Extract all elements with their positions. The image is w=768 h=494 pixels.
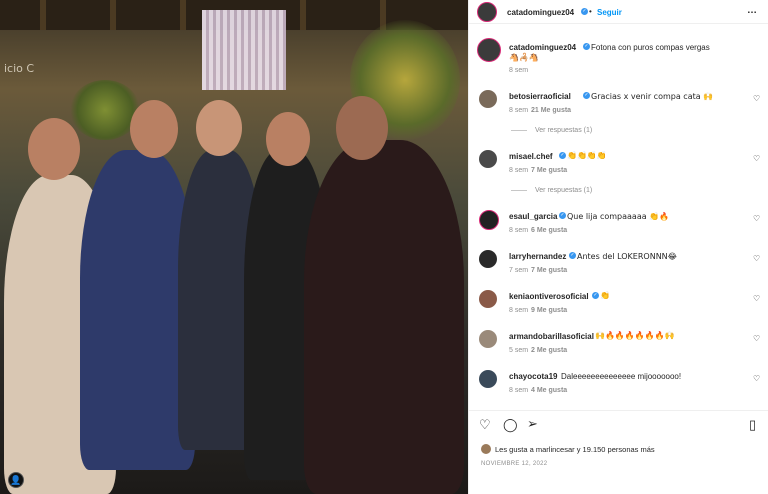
comment-age: 7 sem	[509, 267, 529, 274]
post-actions-bar: ♡ ◯ ➢ ▯	[469, 410, 768, 440]
comment-username[interactable]: keniaontiverosoficial	[509, 292, 589, 301]
verified-badge-icon: ✓	[592, 292, 599, 299]
caption-avatar[interactable]	[477, 38, 501, 62]
comment-likes[interactable]: 4 Me gusta	[531, 387, 567, 394]
person-3-head	[196, 100, 242, 156]
comment-age: 8 sem	[509, 167, 529, 174]
comment-age: 8 sem	[509, 387, 529, 394]
verified-badge-icon: ✓	[581, 8, 588, 15]
comment-age: 8 sem	[509, 307, 529, 314]
comment-avatar[interactable]	[479, 370, 497, 388]
caption-text: Fotona con puros compas vergas	[591, 43, 710, 52]
photo-beam	[110, 0, 116, 30]
person-4-head	[266, 112, 310, 166]
comment-text: Que lija compaaaaa 👏🔥	[567, 212, 670, 221]
comment-like-heart-icon[interactable]: ♡	[753, 154, 760, 163]
verified-badge-icon: ✓	[583, 43, 590, 50]
comment-username[interactable]: betosierraoficial	[509, 92, 571, 101]
photo-beam	[40, 0, 46, 30]
person-2-head	[130, 100, 178, 158]
person-5-head	[336, 96, 388, 160]
comment-avatar[interactable]	[479, 330, 497, 348]
comment-age: 8 sem	[509, 107, 529, 114]
caption-emojis: 🐴🦂🐴	[509, 53, 539, 62]
likes-summary[interactable]: Les gusta a marlincesar y 19.150 persona…	[495, 445, 655, 454]
verified-badge-icon: ✓	[559, 152, 566, 159]
comment-likes[interactable]: 9 Me gusta	[531, 307, 567, 314]
liker-avatar[interactable]	[481, 444, 491, 454]
comment-avatar[interactable]	[479, 90, 497, 108]
comment-age: 5 sem	[509, 347, 529, 354]
person-5	[304, 140, 464, 494]
comment-avatar[interactable]	[479, 210, 499, 230]
comment-icon[interactable]: ◯	[503, 417, 518, 433]
post-photo[interactable]: icio C 👤	[0, 0, 468, 494]
replies-line	[511, 189, 527, 191]
verified-badge-icon: ✓	[583, 92, 590, 99]
comment-like-heart-icon[interactable]: ♡	[753, 254, 760, 263]
comment-like-heart-icon[interactable]: ♡	[753, 334, 760, 343]
more-options-icon[interactable]: …	[747, 5, 757, 16]
caption-username[interactable]: catadominguez04	[509, 43, 576, 52]
bookmark-icon[interactable]: ▯	[749, 417, 756, 433]
comment-likes[interactable]: 2 Me gusta	[531, 347, 567, 354]
view-replies-label: Ver respuestas (1)	[535, 127, 593, 134]
comment-text: 👏👏👏👏	[567, 151, 607, 160]
post-details-panel: catadominguez04 ✓ • Seguir … catadomingu…	[468, 0, 768, 494]
photo-sign-text: icio C	[4, 62, 35, 75]
follow-button[interactable]: Seguir	[597, 8, 622, 17]
comment-age: 8 sem	[509, 227, 529, 234]
comment-avatar[interactable]	[479, 290, 497, 308]
view-replies-button[interactable]: Ver respuestas (1)	[511, 127, 592, 134]
comment-text: 👏	[600, 291, 610, 300]
tagged-users-icon[interactable]: 👤	[8, 472, 24, 488]
person-1-head	[28, 118, 80, 180]
comment-username[interactable]: chayocota19	[509, 372, 557, 381]
comment-likes[interactable]: 7 Me gusta	[531, 167, 567, 174]
comment-username[interactable]: misael.chef	[509, 152, 553, 161]
comment-likes[interactable]: 6 Me gusta	[531, 227, 567, 234]
comment-like-heart-icon[interactable]: ♡	[753, 374, 760, 383]
author-username[interactable]: catadominguez04	[507, 8, 574, 17]
comment-like-heart-icon[interactable]: ♡	[753, 214, 760, 223]
photo-beam	[300, 0, 306, 30]
comment-text: Daleeeeeeeeeeeeee mijooooooo!	[561, 372, 682, 381]
comment-like-heart-icon[interactable]: ♡	[753, 294, 760, 303]
post-header: catadominguez04 ✓ • Seguir …	[469, 0, 768, 24]
post-date: NOVIEMBRE 12, 2022	[481, 461, 548, 467]
verified-badge-icon: ✓	[569, 252, 576, 259]
photo-beam	[180, 0, 186, 30]
comment-likes[interactable]: 21 Me gusta	[531, 107, 571, 114]
comment-likes[interactable]: 7 Me gusta	[531, 267, 567, 274]
comment-avatar[interactable]	[479, 150, 497, 168]
comment-username[interactable]: larryhernandez	[509, 252, 566, 261]
comment-username[interactable]: esaul_garcia	[509, 212, 557, 221]
verified-badge-icon: ✓	[559, 212, 566, 219]
view-replies-button[interactable]: Ver respuestas (1)	[511, 187, 592, 194]
comment-text: 🙌🔥🔥🔥🔥🔥🔥🙌	[595, 331, 675, 340]
author-avatar[interactable]	[477, 2, 497, 22]
caption-age: 8 sem	[509, 67, 529, 74]
view-replies-label: Ver respuestas (1)	[535, 187, 593, 194]
comment-avatar[interactable]	[479, 250, 497, 268]
share-icon[interactable]: ➢	[527, 416, 538, 432]
replies-line	[511, 129, 527, 131]
photo-chandelier	[202, 10, 286, 90]
comment-text: Antes del LOKERONNN😂	[577, 252, 678, 261]
comment-text: Gracias x venir compa cata 🙌	[591, 92, 714, 101]
comment-like-heart-icon[interactable]: ♡	[753, 94, 760, 103]
comment-username[interactable]: armandobarillasoficial	[509, 332, 594, 341]
like-heart-icon[interactable]: ♡	[479, 417, 491, 433]
separator-dot: •	[589, 7, 592, 16]
